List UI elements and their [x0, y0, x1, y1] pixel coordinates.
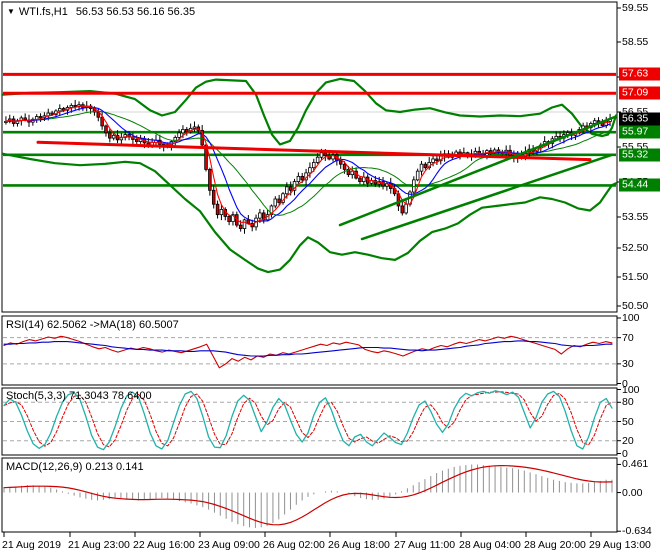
stoch-axis-label: 80 [622, 396, 634, 408]
rsi-axis-label: 30 [622, 358, 634, 370]
time-axis-label: 28 Aug 20:00 [524, 539, 586, 551]
time-axis-label: 26 Aug 18:00 [328, 539, 390, 551]
macd-axis-label: 0.461 [622, 458, 648, 470]
macd-indicator-label: MACD(12,26,9) 0.213 0.141 [6, 461, 144, 473]
price-badge-green: 55.32 [619, 149, 660, 162]
price-badge-green: 54.44 [619, 179, 660, 192]
price-badge-red: 57.63 [619, 68, 660, 81]
price-axis-label: 51.50 [622, 271, 648, 283]
time-axis-label: 29 Aug 13:00 [589, 539, 651, 551]
time-axis-label: 27 Aug 11:00 [394, 539, 455, 551]
time-axis-label: 28 Aug 04:00 [459, 539, 521, 551]
price-axis-label: 53.55 [622, 211, 648, 223]
price-badge-black: 56.35 [619, 113, 660, 126]
time-axis-label: 23 Aug 09:00 [198, 539, 260, 551]
price-axis-label: 50.50 [622, 300, 648, 312]
main-price-chart [3, 74, 616, 272]
stoch-axis-label: 100 [622, 384, 640, 396]
chart-canvas[interactable] [0, 0, 660, 560]
candlestick-series [5, 100, 612, 234]
stoch-axis-label: 20 [622, 435, 634, 447]
price-axis-label: 59.55 [622, 2, 648, 14]
time-axis-label: 22 Aug 16:00 [133, 539, 195, 551]
chart-title: ▼ WTI.fs,H1 56.53 56.53 56.16 56.35 [7, 6, 195, 18]
rsi-panel-chart [3, 336, 616, 368]
price-badge-green: 55.97 [619, 126, 660, 139]
time-axis-label: 26 Aug 02:00 [263, 539, 325, 551]
price-badge-red: 57.09 [619, 87, 660, 100]
macd-axis-label: -0.634 [622, 525, 652, 537]
time-axis-label: 21 Aug 23:00 [68, 539, 130, 551]
trading-chart-window: ▼ WTI.fs,H1 56.53 56.53 56.16 56.35 RSI(14… [0, 0, 660, 560]
symbol-period-label: WTI.fs,H1 [19, 6, 68, 18]
stoch-indicator-label: Stoch(5,3,3) 71.3043 78.6400 [6, 390, 152, 402]
price-axis-label: 58.55 [622, 36, 648, 48]
macd-axis-label: 0.00 [622, 487, 642, 499]
ohlc-values: 56.53 56.53 56.16 56.35 [76, 6, 195, 18]
symbol-dropdown-icon: ▼ [7, 7, 15, 16]
stoch-axis-label: 50 [622, 416, 634, 428]
rsi-indicator-label: RSI(14) 62.5062 ->MA(18) 60.5007 [6, 319, 179, 331]
rsi-axis-label: 70 [622, 332, 634, 344]
time-axis-label: 21 Aug 2019 [2, 539, 61, 551]
rsi-axis-label: 100 [622, 312, 640, 324]
macd-panel-chart [4, 464, 612, 527]
price-axis-label: 52.50 [622, 242, 648, 254]
macd-histogram [4, 464, 612, 527]
